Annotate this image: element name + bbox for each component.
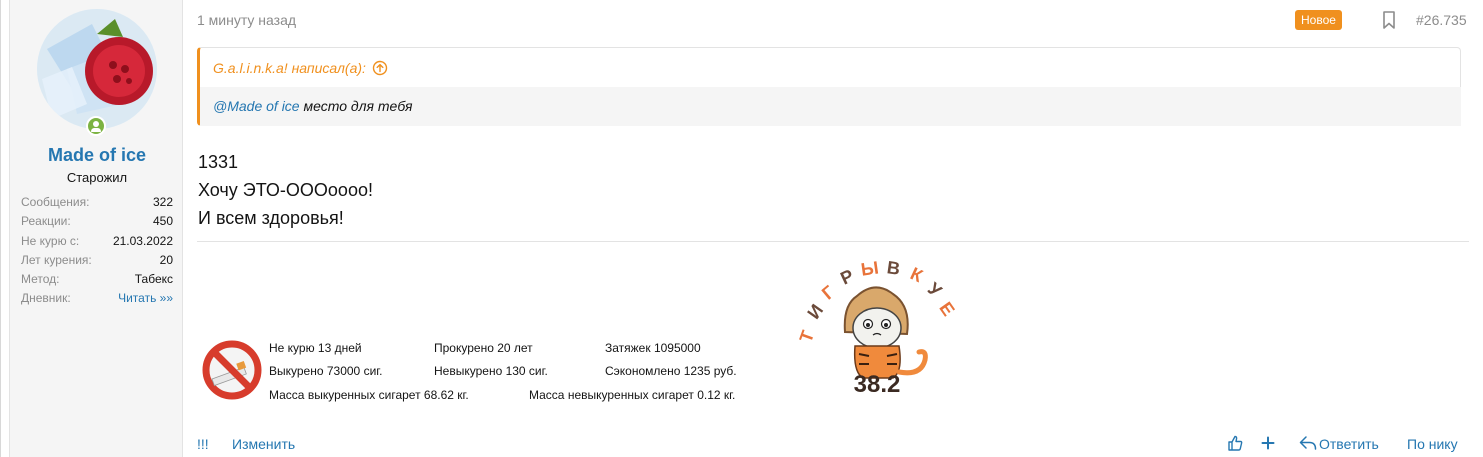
quote-author: G.a.l.i.n.k.a! написал(а): [213, 60, 366, 76]
username[interactable]: Made of ice [10, 145, 184, 166]
like-icon[interactable] [1227, 435, 1243, 451]
stat-value: 21.03.2022 [112, 233, 173, 248]
svg-text:К: К [907, 263, 926, 286]
reply-link[interactable]: Ответить [1319, 435, 1379, 453]
post-number[interactable]: #26.735 [1416, 12, 1467, 28]
svg-text:У: У [924, 278, 946, 301]
user-stats: Сообщения: 322 Реакции: 450 Не курю с: 21.0… [21, 193, 173, 309]
quote-block: G.a.l.i.n.k.a! написал(а): @Made of ice … [197, 47, 1461, 126]
stat-label: Не курю с: [21, 233, 80, 248]
stat-smoked: Выкурено 73000 сиг. [269, 364, 383, 378]
reply-icon[interactable] [1299, 435, 1317, 451]
stat-label: Сообщения: [21, 195, 90, 209]
user-sidebar: Made of ice Старожил Сообщения: 322 Реакц… [9, 0, 183, 457]
stat-value: Табекс [134, 272, 173, 287]
stat-label: Метод: [21, 272, 60, 287]
svg-text:Ы: Ы [860, 257, 880, 279]
bookmark-icon[interactable] [1382, 11, 1396, 29]
message-line: Хочу ЭТО-ОООoooo! [198, 180, 373, 200]
svg-text:Е: Е [935, 298, 958, 319]
svg-text:Г: Г [818, 282, 839, 304]
post-time[interactable]: 1 минуту назад [197, 12, 296, 28]
message-line: 1331 [198, 152, 239, 172]
plus-icon[interactable] [1261, 436, 1275, 450]
message-line: И всем здоровья! [198, 208, 344, 228]
no-smoking-icon [202, 340, 262, 400]
message-body: 1331 Хочу ЭТО-ОООoooo! И всем здоровья! [198, 148, 373, 232]
svg-text:Р: Р [837, 265, 856, 288]
quote-header[interactable]: G.a.l.i.n.k.a! написал(а): [213, 60, 388, 76]
svg-text:В: В [886, 257, 902, 279]
stat-not-smoked: Невыкурено 130 сиг. [434, 364, 548, 378]
report-link[interactable]: !!! [197, 435, 209, 453]
stat-label: Реакции: [21, 214, 71, 229]
avatar-image [37, 9, 157, 129]
stat-days: Не курю 13 дней [269, 341, 362, 355]
stat-method: Метод: Табекс [21, 270, 173, 289]
stat-value: 450 [152, 214, 173, 229]
new-badge: Новое [1295, 10, 1342, 30]
message-post: Made of ice Старожил Сообщения: 322 Реакц… [0, 0, 1483, 457]
user-mention[interactable]: @Made of ice [213, 98, 300, 114]
post-main: 1 минуту назад Новое #26.735 G.a.l.i.n.k… [197, 0, 1469, 457]
stat-messages: Сообщения: 322 [21, 193, 173, 212]
svg-text:Т: Т [796, 328, 819, 345]
stat-mass-not-smoked: Масса невыкуренных сигарет 0.12 кг. [529, 388, 736, 402]
stat-label: Дневник: [21, 291, 71, 306]
tiger-number: 38.2 [854, 371, 901, 398]
avatar[interactable] [37, 9, 157, 129]
stat-value: 322 [152, 195, 173, 209]
arrow-up-circle-icon[interactable] [372, 60, 388, 76]
stat-years-smoked: Прокурено 20 лет [434, 341, 533, 355]
svg-text:И: И [803, 301, 827, 323]
diary-link[interactable]: Читать »» [118, 289, 173, 308]
online-status-icon [86, 116, 106, 136]
stat-mass-smoked: Масса выкуренных сигарет 68.62 кг. [269, 388, 469, 402]
stat-diary: Дневник: Читать »» [21, 289, 173, 308]
tiger-sticker: Т И Г Р Ы В К У Е 38.2 [793, 250, 963, 400]
signature-divider [197, 241, 1469, 242]
by-nick-link[interactable]: По нику [1407, 435, 1458, 453]
stat-reactions: Реакции: 450 [21, 212, 173, 231]
stat-saved: Сэкономлено 1235 руб. [605, 364, 737, 378]
quote-text: место для тебя [299, 98, 413, 114]
quit-smoking-counter: Не курю 13 дней Прокурено 20 лет Затяжек… [200, 330, 780, 410]
post-actions: !!! Изменить Ответить По нику [197, 435, 1469, 453]
stat-value: 20 [159, 252, 173, 267]
stat-quit-date: Не курю с: 21.03.2022 [21, 232, 173, 251]
stat-puffs: Затяжек 1095000 [605, 341, 701, 355]
edit-link[interactable]: Изменить [232, 435, 295, 453]
user-title: Старожил [66, 170, 128, 185]
quote-content: @Made of ice место для тебя [200, 87, 1461, 126]
stat-smoking-years: Лет курения: 20 [21, 251, 173, 270]
tiger-sticker-image: Т И Г Р Ы В К У Е 38.2 [796, 257, 959, 398]
stat-label: Лет курения: [21, 252, 92, 267]
